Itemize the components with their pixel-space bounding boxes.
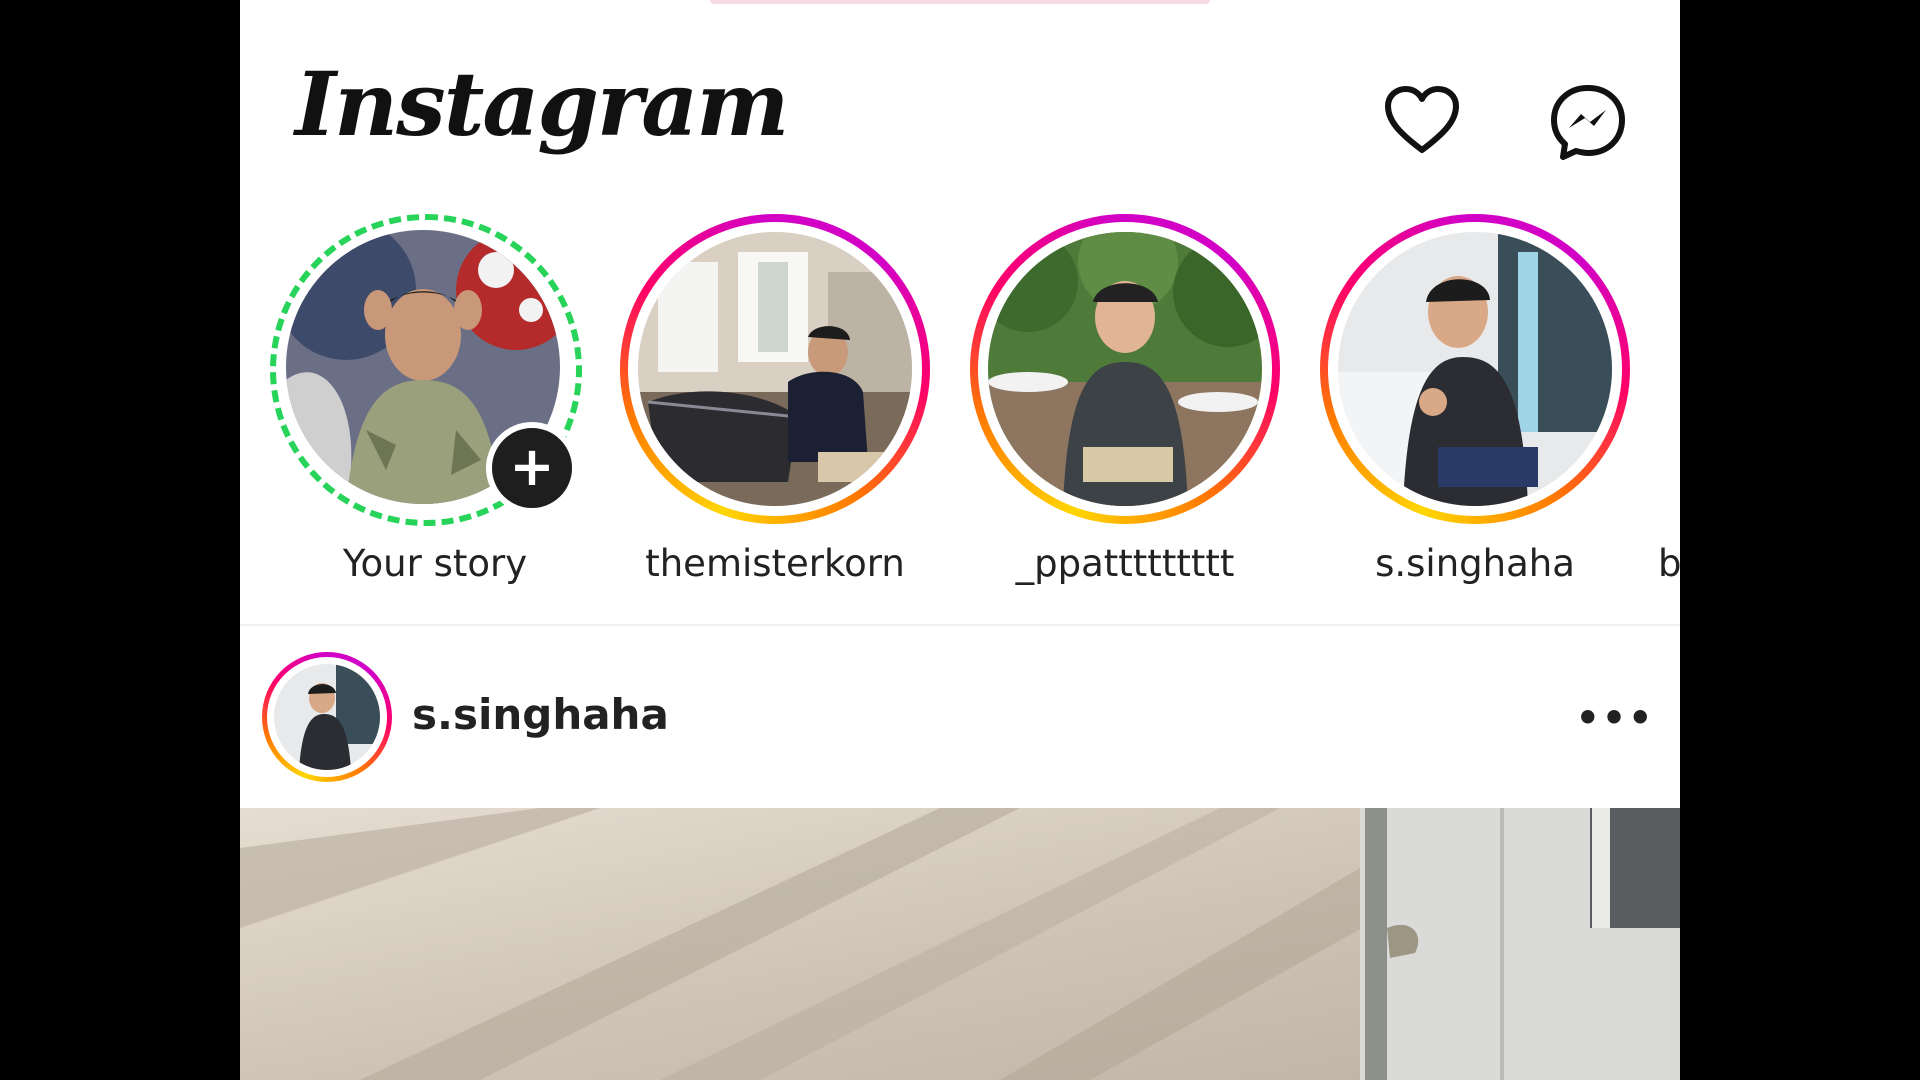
stories-tray[interactable]: + Your story themisterkorn _ppattttttttt… bbox=[240, 210, 1680, 620]
instagram-logo[interactable]: Instagram bbox=[295, 60, 789, 148]
story-themisterkorn[interactable]: themisterkorn bbox=[610, 210, 940, 610]
avatar bbox=[274, 664, 380, 770]
story-label-partial: b bbox=[1658, 542, 1680, 585]
story-ring bbox=[620, 214, 930, 524]
add-story-button[interactable]: + bbox=[486, 422, 578, 514]
story-ring bbox=[1320, 214, 1630, 524]
story-s-singhaha[interactable]: s.singhaha bbox=[1310, 210, 1640, 610]
story-your-story[interactable]: + Your story bbox=[260, 210, 590, 610]
post-image[interactable] bbox=[240, 808, 1680, 1080]
story-label: Your story bbox=[342, 542, 528, 585]
more-options-icon[interactable]: ••• bbox=[1575, 688, 1655, 748]
avatar bbox=[1338, 232, 1612, 506]
post-username[interactable]: s.singhaha bbox=[412, 690, 669, 739]
divider bbox=[240, 624, 1680, 626]
story-_ppattttttttt[interactable]: _ppattttttttt bbox=[960, 210, 1290, 610]
messenger-icon[interactable] bbox=[1548, 82, 1628, 162]
post-header: s.singhaha ••• bbox=[240, 640, 1680, 800]
avatar bbox=[638, 232, 912, 506]
story-label: _ppattttttttt bbox=[1015, 542, 1235, 585]
post-avatar[interactable] bbox=[262, 652, 392, 782]
avatar bbox=[988, 232, 1262, 506]
app-header: Instagram bbox=[240, 0, 1680, 210]
instagram-screen: Instagram + Your story themisterkorn _pp… bbox=[240, 0, 1680, 1080]
heart-icon[interactable] bbox=[1382, 82, 1462, 162]
story-label: s.singhaha bbox=[1375, 542, 1575, 585]
story-label: themisterkorn bbox=[645, 542, 905, 585]
story-ring bbox=[970, 214, 1280, 524]
